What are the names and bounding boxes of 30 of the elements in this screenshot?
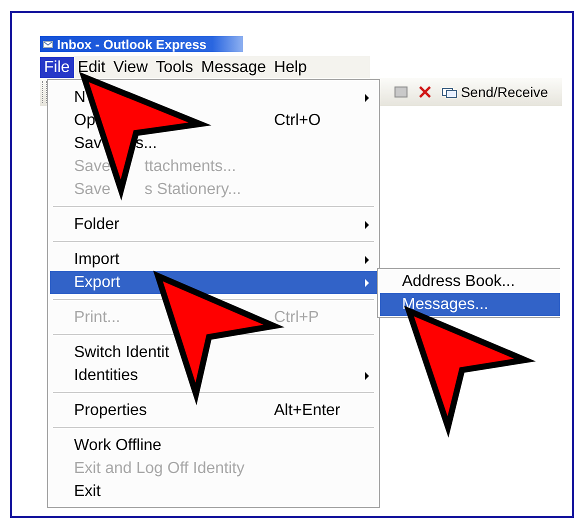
window-title: Inbox - Outlook Express	[57, 36, 207, 52]
menu-bar-item[interactable]: File	[40, 56, 74, 78]
menu-item[interactable]: Exit	[50, 480, 377, 503]
envelopes-icon	[442, 86, 457, 98]
menu-item[interactable]: Export	[50, 271, 377, 294]
menu-item[interactable]: Identities	[50, 364, 377, 387]
menu-item[interactable]: Sav s...	[50, 132, 377, 155]
menu-item[interactable]: Switch Identit	[50, 341, 377, 364]
toolbar-icon[interactable]	[394, 84, 408, 100]
submenu-item[interactable]: Messages...	[380, 293, 560, 316]
menu-item[interactable]: Op Ctrl+O	[50, 109, 377, 132]
submenu-arrow-icon	[364, 94, 370, 102]
send-receive-button[interactable]: Send/Receive	[442, 84, 562, 100]
submenu-arrow-icon	[364, 278, 370, 286]
menu-bar-item[interactable]: Tools	[152, 56, 198, 78]
menu-bar-item[interactable]: View	[109, 56, 152, 78]
menu-bar-item[interactable]: Help	[270, 56, 311, 78]
menu-item[interactable]: N	[50, 86, 377, 109]
submenu-arrow-icon	[364, 256, 370, 264]
submenu-item[interactable]: Address Book...	[380, 270, 560, 293]
envelope-icon	[43, 40, 53, 48]
menu-item[interactable]: Properties Alt+Enter	[50, 399, 377, 422]
submenu-arrow-icon	[364, 220, 370, 228]
menu-item[interactable]: Work Offline	[50, 434, 377, 457]
delete-icon[interactable]	[418, 85, 432, 99]
menu-item[interactable]: Folder	[50, 213, 377, 236]
menu-bar-item[interactable]: Edit	[74, 56, 110, 78]
submenu-arrow-icon	[364, 372, 370, 380]
menu-item[interactable]: Import	[50, 248, 377, 271]
menu-bar-item[interactable]: Message	[197, 56, 270, 78]
